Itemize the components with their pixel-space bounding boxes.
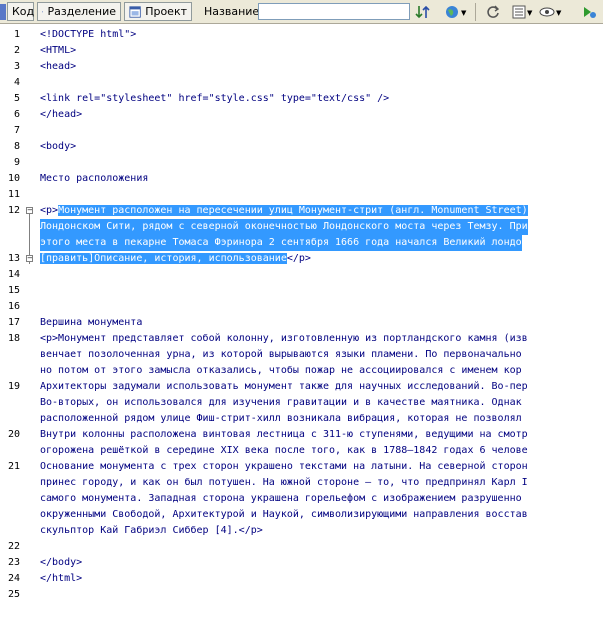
line-number-gutter: 1 2 3 4 5 6 7 8 9 10 11 12 13 14 15 16 1…: [0, 24, 38, 624]
line-number: 23: [7, 557, 20, 568]
line-number: 16: [7, 301, 20, 312]
selected-text: этого места в пекарне Томаса Фэринора 2 …: [40, 235, 522, 251]
code-view-button[interactable]: Код: [7, 2, 34, 21]
title-label: Название:: [204, 5, 263, 18]
project-view-label: Проект: [145, 5, 187, 18]
selected-text: [править]Описание, история, использовани…: [40, 253, 287, 264]
code-line: но потом от этого замысла отказались, чт…: [40, 365, 522, 376]
line-number: 9: [13, 157, 20, 168]
line-number: 15: [7, 285, 20, 296]
code-line: </head>: [40, 109, 83, 120]
code-line: Внутри колонны расположена винтовая лест…: [40, 429, 528, 440]
collapse-toggle-icon[interactable]: −: [26, 255, 33, 262]
split-view-label: Разделение: [47, 5, 116, 18]
code-line: </html>: [40, 573, 83, 584]
line-number: 6: [13, 109, 20, 120]
code-line: <HTML>: [40, 45, 77, 56]
code-line: Основание монумента с трех сторон украше…: [40, 461, 528, 472]
selected-text: Монумент расположен на пересечении улиц …: [58, 205, 528, 216]
title-input[interactable]: [258, 3, 410, 20]
code-line: <!DOCTYPE html">: [40, 29, 137, 40]
split-view-icon: [42, 10, 44, 13]
code-line: <p>Монумент представляет собой колонну, …: [40, 333, 528, 344]
line-number: 2: [13, 45, 20, 56]
code-line: окруженными Свободой, Архитектурой и Нау…: [40, 509, 528, 520]
line-number: 14: [7, 269, 20, 280]
sort-icon[interactable]: [414, 3, 432, 21]
code-editor[interactable]: <!DOCTYPE html"> <HTML> <head> <link rel…: [37, 24, 603, 624]
toolbar: Код Разделение Проект Название: ▼ ▼ ▼: [0, 0, 603, 24]
line-number: 3: [13, 61, 20, 72]
visual-aids-dropdown-icon[interactable]: ▼: [556, 9, 561, 17]
line-number: 22: [7, 541, 20, 552]
code-line: скульптор Кай Габриэл Сиббер [4].</p>: [40, 525, 263, 536]
line-number: 24: [7, 573, 20, 584]
code-line: </body>: [40, 557, 83, 568]
p-close-tag: </p>: [286, 253, 311, 264]
line-number: 18: [7, 333, 20, 344]
split-view-button[interactable]: Разделение: [37, 2, 121, 21]
code-line: расположенной рядом улице Фиш-стрит-хилл…: [40, 413, 522, 424]
code-line: <p>Монумент расположен на пересечении ул…: [40, 203, 528, 219]
globe-icon[interactable]: [443, 3, 461, 21]
toolbar-separator: [475, 3, 476, 21]
selected-text: Лондонском Сити, рядом с северной оконеч…: [40, 219, 528, 235]
code-line: огорожена решёткой в середине XIX века п…: [40, 445, 528, 456]
code-line: самого монумента. Западная сторона украш…: [40, 493, 522, 504]
line-number: 17: [7, 317, 20, 328]
line-number: 10: [7, 173, 20, 184]
collapse-toggle-icon[interactable]: −: [26, 207, 33, 214]
line-number: 7: [13, 125, 20, 136]
code-line: <body>: [40, 141, 77, 152]
line-number: 8: [13, 141, 20, 152]
project-view-button[interactable]: Проект: [124, 2, 192, 21]
code-line: <head>: [40, 61, 77, 72]
globe-dropdown-icon[interactable]: ▼: [461, 9, 466, 17]
preview-icon[interactable]: [580, 3, 598, 21]
line-number: 25: [7, 589, 20, 600]
line-number: 11: [7, 189, 20, 200]
code-line: венчает позолоченная урна, из которой вы…: [40, 349, 522, 360]
code-line: [править]Описание, история, использовани…: [40, 251, 311, 267]
code-line: Место расположения: [40, 173, 149, 184]
line-number: 19: [7, 381, 20, 392]
p-open-tag: <p>: [40, 205, 59, 216]
line-number: 5: [13, 93, 20, 104]
line-number: 21: [7, 461, 20, 472]
line-number: 1: [13, 29, 20, 40]
code-line: принес городу, и как он был потушен. На …: [40, 477, 528, 488]
view-options-dropdown-icon[interactable]: ▼: [527, 9, 532, 17]
visual-aids-icon[interactable]: [538, 3, 556, 21]
line-number: 13: [7, 253, 20, 264]
line-number: 20: [7, 429, 20, 440]
code-line: <link rel="stylesheet" href="style.css" …: [40, 93, 390, 104]
line-number: 12: [7, 205, 20, 216]
view-options-icon[interactable]: [510, 3, 528, 21]
toolbar-grip: [0, 2, 6, 21]
project-view-icon: [129, 5, 141, 18]
line-number: 4: [13, 77, 20, 88]
code-line: Вершина монумента: [40, 317, 143, 328]
refresh-icon[interactable]: [484, 3, 502, 21]
code-line: Архитекторы задумали использовать монуме…: [40, 381, 528, 392]
code-line: Во-вторых, он использовался для изучения…: [40, 397, 522, 408]
code-view-label: Код: [12, 5, 35, 18]
